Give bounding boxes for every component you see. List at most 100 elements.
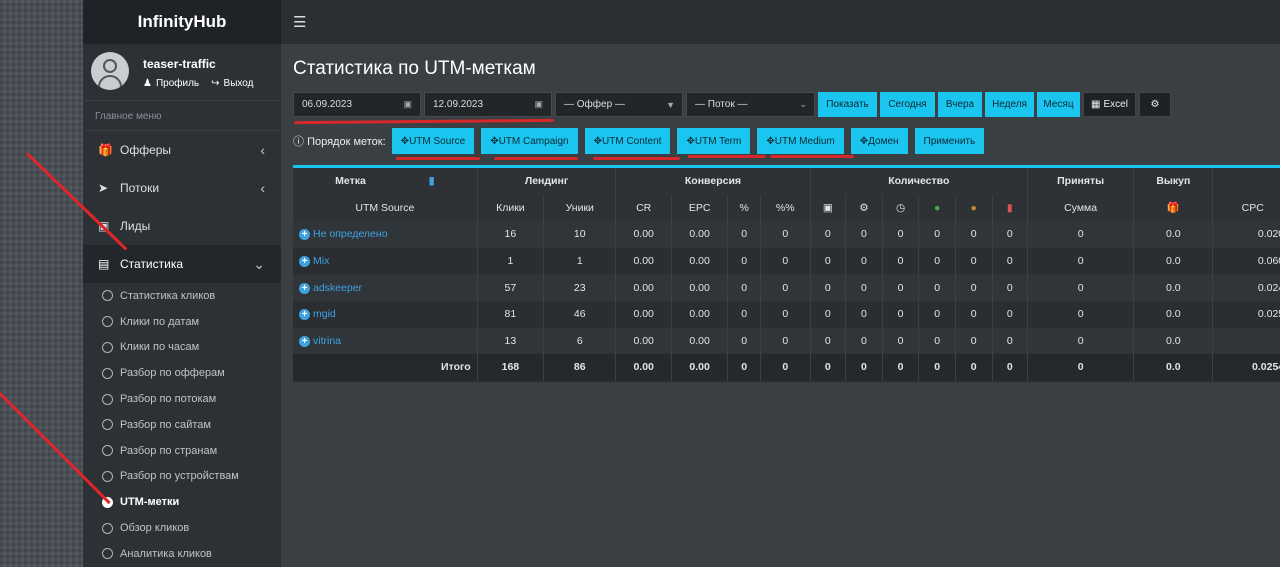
sidebar-subitem[interactable]: Аналитика кликов: [83, 541, 281, 567]
cell-quantity: 0: [955, 221, 993, 248]
subcol-pctpct: %%: [760, 194, 811, 222]
col-mark[interactable]: Метка ▮: [293, 168, 478, 195]
annotation-underline: [494, 157, 578, 160]
inbox-icon: ▣: [810, 194, 847, 222]
circle-icon: [102, 316, 113, 328]
domain-button[interactable]: ✥ Домен: [850, 128, 908, 154]
cell-p: 0: [727, 221, 761, 248]
cell-cr: 0.00: [615, 247, 672, 275]
sidebar-item-offers[interactable]: 🎁 Офферы ‹: [83, 131, 281, 169]
row-label-link[interactable]: + Не определено: [293, 221, 478, 248]
cell-quantity: 0: [955, 354, 993, 381]
cell-sum: 0: [1027, 221, 1135, 248]
col-conversion: Конверсия: [615, 168, 811, 195]
cell-clicks: 57: [477, 274, 545, 301]
subcol-uniques: Уники: [543, 194, 617, 222]
cell-epc: 0.00: [671, 300, 729, 328]
utm-source-button[interactable]: ✥ UTM Source: [391, 128, 475, 154]
excel-button[interactable]: ▦ Excel: [1083, 92, 1136, 117]
cell-epc: 0.00: [671, 354, 729, 381]
menu-toggle-icon[interactable]: ☰: [293, 13, 306, 31]
check-circle-icon: ●: [918, 194, 956, 222]
apply-button[interactable]: Применить: [914, 128, 985, 154]
yesterday-button[interactable]: Вчера: [938, 92, 982, 117]
utm-term-button[interactable]: ✥ UTM Term: [677, 128, 751, 154]
trash-icon: ▮: [992, 194, 1029, 222]
cell-quantity: 0: [882, 274, 920, 301]
plus-circle-icon[interactable]: +: [299, 282, 310, 294]
file-icon[interactable]: ▮: [429, 175, 435, 187]
cell-p: 0: [727, 327, 761, 355]
sidebar-subitem[interactable]: Клики по датам: [83, 309, 281, 335]
sidebar-subitem[interactable]: Обзор кликов: [83, 515, 281, 541]
utm-medium-button[interactable]: ✥ UTM Medium: [757, 128, 844, 154]
cell-quantity: 0: [992, 300, 1029, 328]
col-quantity: Количество: [810, 168, 1029, 195]
plus-circle-icon[interactable]: +: [299, 229, 310, 241]
gears-icon: ⚙: [1150, 99, 1160, 110]
profile-link[interactable]: ♟ Профиль: [143, 78, 199, 89]
sidebar-subitem[interactable]: UTM-метки: [83, 489, 281, 515]
date-from-input[interactable]: 06.09.2023 ▣: [293, 92, 421, 117]
cell-epc: 0.00: [671, 327, 729, 355]
sidebar-subitem[interactable]: Разбор по сайтам: [83, 412, 281, 438]
row-label-link[interactable]: + Mix: [293, 247, 478, 275]
gift-icon: 🎁: [98, 143, 113, 157]
cell-quantity: 0: [955, 327, 993, 355]
chevron-left-icon: ‹: [260, 142, 265, 158]
row-label-link[interactable]: + adskeeper: [293, 274, 478, 301]
circle-icon: [102, 290, 113, 302]
utm-stats-table: Метка ▮ Лендинг Конверсия Количество При…: [293, 165, 1280, 382]
row-label-link[interactable]: + vitrina: [293, 327, 478, 355]
stream-select[interactable]: — Поток — ⌄: [686, 92, 815, 117]
row-label-link[interactable]: + mgid: [293, 300, 478, 328]
sidebar-item-streams[interactable]: ➤ Потоки ‹: [83, 169, 281, 207]
logout-link[interactable]: ↪ Выход: [211, 78, 253, 89]
cell-cpc: 0: [1212, 327, 1280, 355]
offer-select[interactable]: — Оффер — ▼: [555, 92, 683, 117]
today-button[interactable]: Сегодня: [880, 92, 935, 117]
cell-uniques: 46: [543, 300, 617, 328]
utm-campaign-button[interactable]: ✥ UTM Campaign: [481, 128, 578, 154]
cell-quantity: 0: [918, 354, 956, 381]
annotation-underline: [396, 157, 480, 160]
cell-cr: 0.00: [615, 221, 672, 248]
settings-button[interactable]: ⚙: [1139, 92, 1171, 117]
cell-epc: 0.00: [671, 221, 729, 248]
cell-pp: 0: [760, 300, 811, 328]
cell-p: 0: [727, 247, 761, 275]
cell-quantity: 0: [955, 274, 993, 301]
month-button[interactable]: Месяц: [1037, 92, 1080, 117]
cell-pp: 0: [760, 274, 811, 301]
cell-quantity: 0: [845, 247, 883, 275]
calendar-icon: ▣: [534, 99, 543, 109]
cell-epc: 0.00: [671, 274, 729, 301]
subcol-cr: CR: [615, 194, 672, 222]
sidebar-subitem[interactable]: Клики по часам: [83, 335, 281, 361]
circle-icon: [102, 393, 113, 405]
cell-quantity: 0: [845, 354, 883, 381]
cell-uniques: 10: [543, 221, 617, 248]
cell-sum: 0: [1027, 300, 1135, 328]
sidebar-subitem[interactable]: Разбор по офферам: [83, 360, 281, 386]
cell-epc: 0.00: [671, 247, 729, 275]
sidebar-subitem[interactable]: Разбор по потокам: [83, 386, 281, 412]
plus-circle-icon[interactable]: +: [299, 309, 310, 321]
plus-circle-icon[interactable]: +: [299, 335, 310, 347]
sidebar-subitem[interactable]: Статистика кликов: [83, 283, 281, 309]
week-button[interactable]: Неделя: [985, 92, 1034, 117]
brand-logo[interactable]: InfinityHub: [83, 0, 281, 44]
logout-icon: ↪: [211, 78, 220, 89]
annotation-underline: [688, 155, 766, 158]
plus-circle-icon[interactable]: +: [299, 256, 310, 268]
sidebar-item-stats[interactable]: ▤ Статистика ⌄: [83, 245, 281, 283]
show-button[interactable]: Показать: [818, 92, 877, 117]
cell-p: 0: [727, 274, 761, 301]
cell-quantity: 0: [955, 247, 993, 275]
cell-quantity: 0: [810, 221, 847, 248]
date-to-input[interactable]: 12.09.2023 ▣: [424, 92, 552, 117]
sidebar-subitem[interactable]: Разбор по странам: [83, 438, 281, 464]
utm-content-button[interactable]: ✥ UTM Content: [584, 128, 671, 154]
col-accepted: Приняты: [1027, 168, 1135, 195]
sidebar-subitem[interactable]: Разбор по устройствам: [83, 464, 281, 490]
